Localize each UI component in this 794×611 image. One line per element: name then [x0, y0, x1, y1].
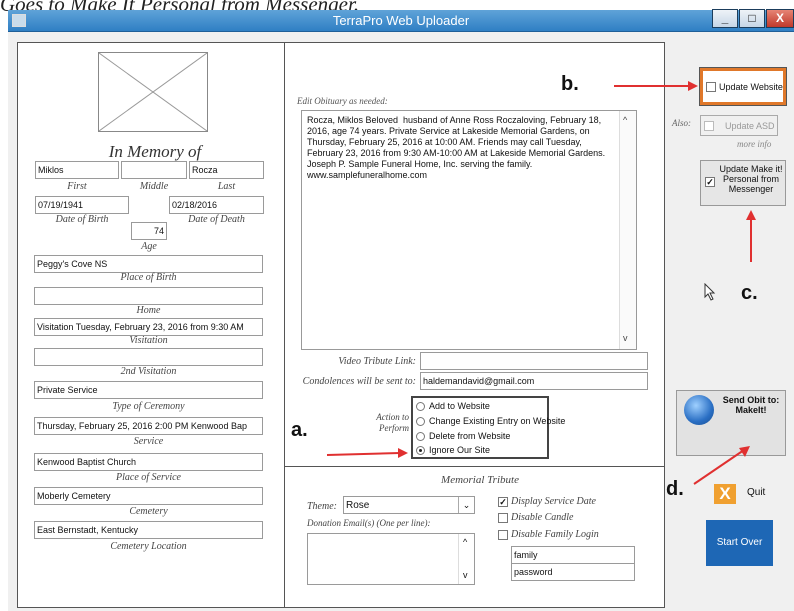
arrowhead-b	[688, 81, 698, 91]
annotation-d: d.	[666, 478, 684, 500]
annotation-arrows	[326, 81, 756, 485]
arrow-a	[326, 452, 401, 456]
annotation-c: c.	[741, 282, 758, 304]
arrowhead-a	[398, 448, 408, 458]
annotation-a: a.	[291, 419, 308, 441]
arrowhead-c	[746, 210, 756, 220]
annotation-b: b.	[561, 73, 579, 95]
arrow-d	[693, 449, 745, 485]
